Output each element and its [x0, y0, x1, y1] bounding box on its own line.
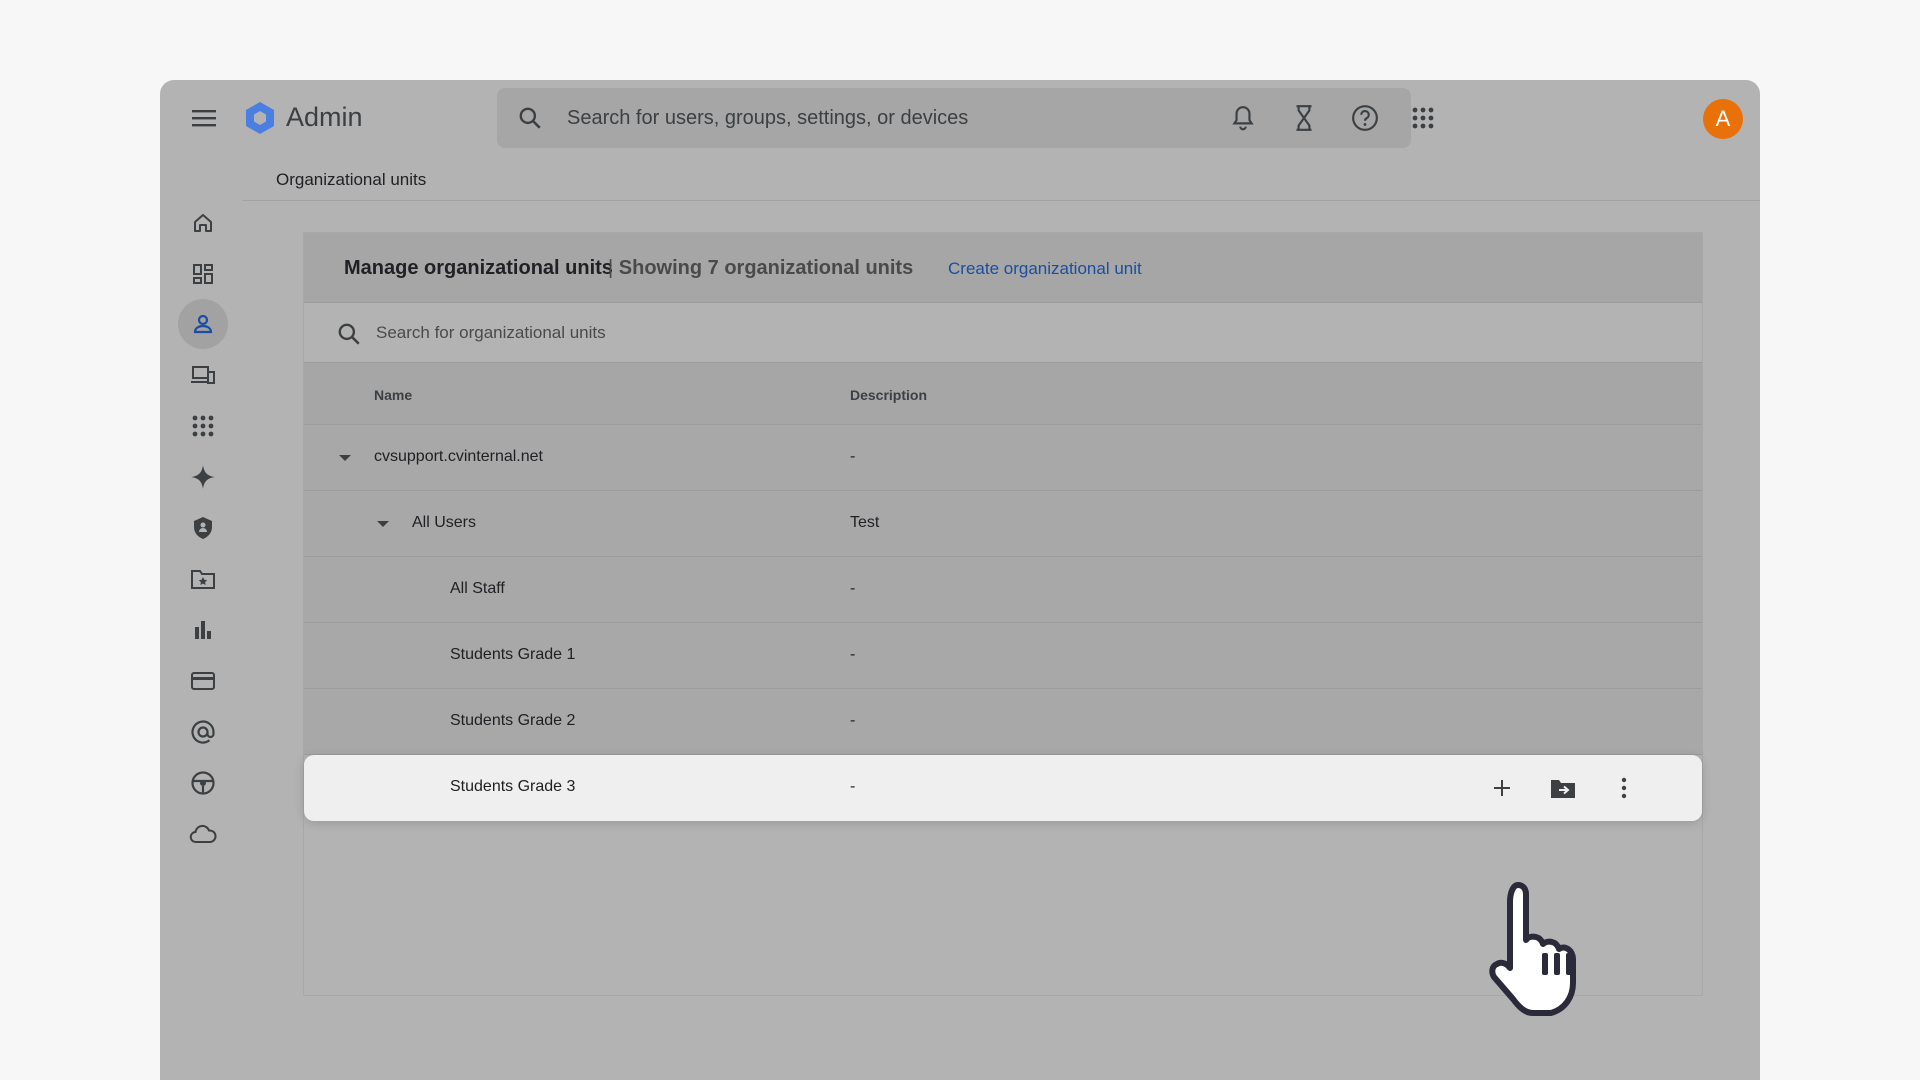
help-icon — [1352, 105, 1378, 131]
sidebar-item-storage[interactable] — [178, 809, 228, 859]
add-sub-unit-button[interactable] — [1486, 772, 1518, 804]
table-row[interactable]: All Users Test — [304, 491, 1702, 557]
more-vert-icon — [1621, 777, 1627, 799]
table-row[interactable]: cvsupport.cvinternal.net - — [304, 425, 1702, 491]
row-description: - — [850, 646, 856, 663]
create-org-unit-link[interactable]: Create organizational unit — [948, 259, 1142, 279]
sidebar-item-dashboard[interactable] — [178, 249, 228, 299]
move-org-unit-button[interactable] — [1547, 772, 1579, 804]
row-name: Students Grade 2 — [450, 712, 576, 729]
org-unit-search-input[interactable] — [376, 303, 1576, 363]
main-menu-button[interactable] — [188, 102, 220, 134]
org-unit-count-text: Showing 7 organizational units — [618, 257, 914, 279]
sidebar-item-rules[interactable] — [178, 758, 228, 808]
sidebar-item-home[interactable] — [178, 198, 228, 248]
app-title: Admin — [286, 102, 363, 132]
cloud-icon — [189, 824, 217, 843]
hourglass-icon — [1296, 105, 1312, 131]
row-name: cvsupport.cvinternal.net — [374, 448, 543, 465]
sidebar-item-devices[interactable] — [178, 350, 228, 400]
hamburger-menu-icon — [192, 110, 216, 127]
help-button[interactable] — [1349, 102, 1381, 134]
search-icon — [519, 107, 541, 129]
sparkle-icon — [191, 465, 215, 489]
panel-header: Manage organizational units | Showing 7 … — [304, 233, 1702, 303]
dashboard-icon — [193, 264, 213, 284]
sidebar-item-apps[interactable] — [178, 401, 228, 451]
plus-icon — [1494, 780, 1510, 796]
apps-grid-icon — [1412, 107, 1434, 129]
panel-title: Manage organizational units — [344, 257, 613, 279]
at-sign-icon — [191, 720, 215, 744]
devices-icon — [191, 366, 215, 384]
person-icon — [193, 314, 213, 334]
org-unit-search-bar[interactable] — [304, 303, 1702, 363]
account-avatar[interactable]: A — [1703, 99, 1743, 139]
admin-window: Admin A Organizational units — [160, 80, 1760, 1080]
global-search-input[interactable] — [567, 88, 1387, 148]
row-description: - — [850, 448, 856, 465]
home-icon — [194, 214, 212, 232]
column-header-name[interactable]: Name — [374, 387, 412, 403]
table-row[interactable]: All Staff - — [304, 557, 1702, 623]
table-row[interactable]: Students Grade 2 - — [304, 689, 1702, 755]
sidebar-item-ai[interactable] — [178, 452, 228, 502]
tasks-button[interactable] — [1288, 102, 1320, 134]
security-shield-icon — [194, 517, 212, 539]
row-name: Students Grade 1 — [450, 646, 576, 663]
collapse-caret-icon[interactable] — [374, 515, 392, 533]
admin-logo[interactable] — [242, 100, 278, 136]
header-divider — [242, 200, 1760, 201]
global-search-bar[interactable] — [497, 88, 1411, 148]
hand-pointer-cursor-icon — [1489, 882, 1576, 1016]
reports-chart-icon — [195, 621, 211, 639]
billing-card-icon — [191, 672, 215, 690]
table-header: Name Description — [304, 363, 1702, 425]
apps-launcher-button[interactable] — [1407, 102, 1439, 134]
admin-hexagon-icon — [246, 102, 274, 134]
apps-grid-icon — [192, 415, 214, 437]
sidebar-item-data[interactable] — [178, 554, 228, 604]
folder-move-icon — [1551, 780, 1575, 798]
row-name: Students Grade 3 — [450, 778, 576, 795]
breadcrumb: Organizational units — [276, 170, 427, 189]
sidebar-item-billing[interactable] — [178, 656, 228, 706]
more-options-button[interactable] — [1608, 772, 1640, 804]
sidebar-item-account[interactable] — [178, 707, 228, 757]
search-icon — [338, 323, 360, 345]
row-description: - — [850, 712, 856, 729]
top-bar: Admin A — [160, 80, 1760, 156]
row-name: All Users — [412, 514, 477, 531]
row-description: Test — [850, 514, 880, 531]
row-name: All Staff — [450, 580, 505, 597]
table-row[interactable]: Students Grade 1 - — [304, 623, 1702, 689]
org-unit-count: | Showing 7 organizational units — [608, 257, 913, 280]
support-wheel-icon — [191, 771, 215, 795]
row-description: - — [850, 778, 856, 795]
table-row-highlighted[interactable]: Students Grade 3 - — [304, 755, 1702, 821]
collapse-caret-icon[interactable] — [336, 449, 354, 467]
bell-icon — [1232, 106, 1254, 131]
column-header-description: Description — [850, 387, 928, 403]
sidebar-item-reporting[interactable] — [178, 605, 228, 655]
sidebar-item-directory[interactable] — [178, 299, 228, 349]
folder-star-icon — [191, 570, 215, 589]
title-separator: | — [608, 257, 614, 279]
sidebar-item-security[interactable] — [178, 503, 228, 553]
row-description: - — [850, 580, 856, 597]
notifications-button[interactable] — [1227, 102, 1259, 134]
